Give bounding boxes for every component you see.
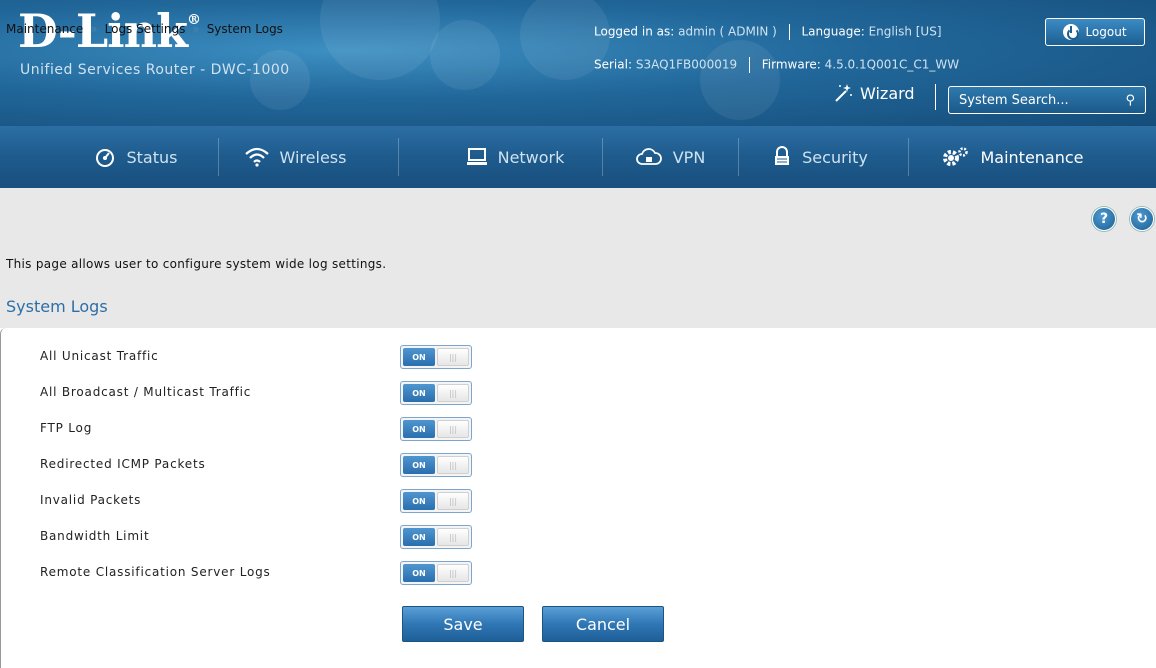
setting-row-broadcast: All Broadcast / Multicast Traffic ON ||| [40,381,480,405]
wifi-icon [244,147,269,167]
setting-label: Remote Classification Server Logs [40,565,271,579]
setting-label: All Unicast Traffic [40,349,159,363]
section-title: System Logs [6,297,108,316]
status-icon [95,149,114,167]
divider [602,138,603,176]
main-nav: Status Wireless Network VPN Security Mai… [0,126,1156,188]
language-selector[interactable]: English [US] [869,25,942,39]
system-search-input[interactable]: System Search... ⚲ [948,86,1146,114]
setting-row-bandwidth: Bandwidth Limit ON ||| [40,525,480,549]
unicast-toggle[interactable]: ON ||| [400,345,472,369]
logged-in-user: admin ( ADMIN ) [678,24,777,39]
help-icon[interactable]: ? [1092,207,1116,231]
toggle-grip-icon: ||| [437,384,469,402]
vpn-icon [635,148,662,165]
nav-status[interactable]: Status [55,126,215,188]
breadcrumb-maintenance[interactable]: Maintenance [6,22,83,36]
device-info: Serial: S3AQ1FB000019 Firmware: 4.5.0.1Q… [594,57,960,73]
toggle-grip-icon: ||| [437,528,469,546]
toggle-grip-icon: ||| [437,348,469,366]
nav-wireless[interactable]: Wireless [220,126,370,188]
setting-row-remote-classification: Remote Classification Server Logs ON ||| [40,561,480,585]
nav-network[interactable]: Network [440,126,590,188]
toggle-grip-icon: ||| [437,564,469,582]
cancel-button[interactable]: Cancel [542,606,664,642]
decor-bubble [320,0,440,80]
setting-label: Bandwidth Limit [40,529,150,543]
breadcrumb-system-logs: System Logs [206,22,283,36]
ftp-log-toggle[interactable]: ON ||| [400,417,472,441]
nav-security[interactable]: Security [740,126,900,188]
setting-label: FTP Log [40,421,93,435]
serial-number: S3AQ1FB000019 [635,57,738,72]
nav-vpn[interactable]: VPN [604,126,736,188]
icmp-toggle[interactable]: ON ||| [400,453,472,477]
magic-wand-icon [835,84,852,102]
toggle-grip-icon: ||| [437,420,469,438]
setting-label: Invalid Packets [40,493,142,507]
setting-label: All Broadcast / Multicast Traffic [40,385,252,399]
divider [218,138,219,176]
decor-bubble [430,20,500,90]
setting-label: Redirected ICMP Packets [40,457,206,471]
divider [908,138,909,176]
refresh-icon[interactable]: ↻ [1130,207,1154,231]
setting-row-invalid: Invalid Packets ON ||| [40,489,480,513]
toggle-grip-icon: ||| [437,456,469,474]
decor-bubble [700,40,780,120]
login-info: Logged in as: admin ( ADMIN ) Language: … [594,24,942,40]
divider [738,138,739,176]
bandwidth-limit-toggle[interactable]: ON ||| [400,525,472,549]
lock-icon [775,146,790,165]
search-icon[interactable]: ⚲ [1125,93,1135,108]
page-description: This page allows user to configure syste… [6,257,387,271]
logout-button[interactable]: Logout [1045,18,1145,46]
firmware-version: 4.5.0.1Q001C_C1_WW [824,57,960,72]
nav-maintenance[interactable]: Maintenance [912,126,1112,188]
wizard-link[interactable]: Wizard [832,82,915,104]
decor-bubble [250,50,310,110]
gears-icon [943,147,969,166]
product-subtitle: Unified Services Router - DWC-1000 [20,62,290,78]
invalid-packets-toggle[interactable]: ON ||| [400,489,472,513]
breadcrumb: Maintenance» Logs Settings» System Logs [6,22,283,36]
header: D-Link® Unified Services Router - DWC-10… [0,0,1156,126]
remote-classification-toggle[interactable]: ON ||| [400,561,472,585]
save-button[interactable]: Save [402,606,524,642]
divider [935,84,936,110]
broadcast-toggle[interactable]: ON ||| [400,381,472,405]
breadcrumb-logs-settings[interactable]: Logs Settings [105,22,186,36]
toggle-grip-icon: ||| [437,492,469,510]
breadcrumb-bar [0,188,1156,244]
setting-row-icmp: Redirected ICMP Packets ON ||| [40,453,480,477]
setting-row-ftp: FTP Log ON ||| [40,417,480,441]
setting-row-unicast: All Unicast Traffic ON ||| [40,345,480,369]
power-icon [1063,24,1080,40]
network-icon [466,148,487,165]
divider [398,138,399,176]
